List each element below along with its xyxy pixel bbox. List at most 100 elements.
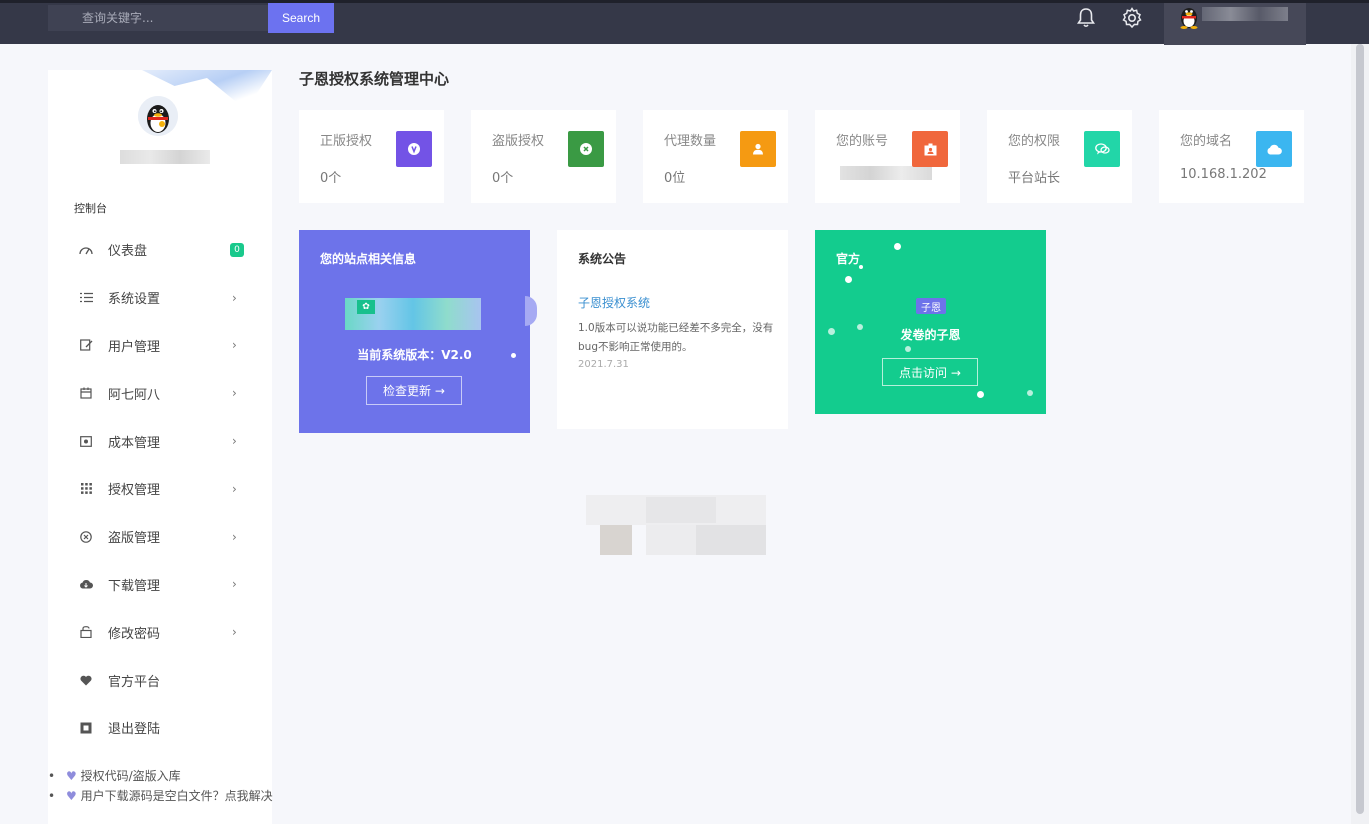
stat-card-genuine-license: 正版授权 0个 bbox=[299, 110, 444, 203]
avatar bbox=[1180, 8, 1198, 29]
sidebar-item-cost-management[interactable]: 成本管理 › bbox=[48, 417, 272, 465]
sidebar-item-change-password[interactable]: 修改密码 › bbox=[48, 608, 272, 656]
sidebar-profile bbox=[48, 70, 272, 180]
footer-link-label: 用户下载源码是空白文件？点我解决 bbox=[80, 789, 273, 803]
id-badge-icon bbox=[912, 131, 948, 167]
sidebar-item-aqi-aba[interactable]: 阿七阿八 › bbox=[48, 369, 272, 417]
arrow-right-icon: → bbox=[950, 365, 961, 380]
sidebar-item-license-management[interactable]: 授权管理 › bbox=[48, 465, 272, 513]
scrollbar-thumb[interactable] bbox=[1356, 44, 1364, 814]
arrow-right-icon: → bbox=[434, 384, 445, 398]
cloud-download-icon bbox=[78, 576, 94, 592]
footer-link[interactable]: ♥ 用户下载源码是空白文件？点我解决 bbox=[48, 786, 278, 806]
page-title: 子恩授权系统管理中心 bbox=[299, 70, 450, 88]
stat-value: 10.168.1.202 bbox=[1180, 167, 1267, 182]
chevron-right-icon: › bbox=[232, 577, 237, 592]
decorative-dot bbox=[977, 391, 984, 398]
lock-icon bbox=[78, 624, 94, 640]
stat-value: 0位 bbox=[664, 171, 686, 186]
stat-label: 盗版授权 bbox=[492, 134, 545, 149]
sidebar-item-piracy-management[interactable]: 盗版管理 › bbox=[48, 513, 272, 561]
sidebar-item-logout[interactable]: 退出登陆 bbox=[48, 704, 272, 752]
sidebar-item-label: 仪表盘 bbox=[108, 244, 148, 260]
sidebar-item-label: 成本管理 bbox=[108, 435, 161, 451]
heart-icon bbox=[78, 672, 94, 688]
brand-badge: 子恩 bbox=[916, 298, 946, 314]
bell-icon[interactable] bbox=[1074, 6, 1098, 30]
chevron-right-icon: › bbox=[232, 338, 237, 353]
sidebar-item-user-management[interactable]: 用户管理 › bbox=[48, 322, 272, 370]
system-notice-card: 系统公告 子恩授权系统 1.0版本可以说功能已经差不多完全，没有bug不影响正常… bbox=[557, 230, 788, 429]
close-icon bbox=[568, 131, 604, 167]
stat-label: 您的权限 bbox=[1008, 134, 1061, 149]
gear-icon[interactable] bbox=[1120, 6, 1144, 30]
stat-label: 您的域名 bbox=[1180, 134, 1233, 149]
heart-icon: ♥ bbox=[66, 789, 77, 803]
list-icon bbox=[78, 290, 94, 306]
user-menu[interactable] bbox=[1164, 3, 1306, 45]
stat-value: 0个 bbox=[320, 171, 342, 186]
decorative-dot bbox=[905, 346, 911, 352]
stat-card-your-domain: 您的域名 10.168.1.202 bbox=[1159, 110, 1304, 203]
decorative-dot bbox=[845, 276, 852, 283]
close-circle-icon bbox=[78, 529, 94, 545]
decorative-dot bbox=[511, 353, 516, 358]
stat-card-your-account: 您的账号 bbox=[815, 110, 960, 203]
sidebar-item-label: 授权管理 bbox=[108, 483, 161, 499]
cloud-icon bbox=[1256, 131, 1292, 167]
sidebar-item-label: 系统设置 bbox=[108, 292, 161, 308]
sidebar-item-label: 下载管理 bbox=[108, 578, 161, 594]
footer-link-label: 授权代码/盗版入库 bbox=[80, 769, 181, 783]
notice-date: 2021.7.31 bbox=[578, 359, 629, 370]
dashboard-icon bbox=[78, 242, 94, 258]
card-subtitle: 发卷的子恩 bbox=[900, 328, 961, 342]
chevron-right-icon: › bbox=[232, 481, 237, 496]
card-tab-handle bbox=[525, 296, 537, 326]
sidebar-section-label: 控制台 bbox=[74, 202, 107, 215]
footer-link[interactable]: ♥ 授权代码/盗版入库 bbox=[48, 766, 278, 786]
official-card: 官方 子恩 发卷的子恩 点击访问 → bbox=[815, 230, 1046, 414]
calendar-icon bbox=[78, 385, 94, 401]
visit-button[interactable]: 点击访问 → bbox=[882, 358, 978, 386]
decorative-dot bbox=[1027, 390, 1033, 396]
card-title: 系统公告 bbox=[578, 252, 627, 266]
logout-icon bbox=[78, 720, 94, 736]
check-update-button[interactable]: 检查更新 → bbox=[366, 376, 462, 405]
notice-link[interactable]: 子恩授权系统 bbox=[578, 294, 650, 311]
account-redacted bbox=[840, 166, 932, 180]
sidebar-item-label: 退出登陆 bbox=[108, 722, 161, 738]
stat-card-agent-count: 代理数量 0位 bbox=[643, 110, 788, 203]
sidebar-item-official-platform[interactable]: 官方平台 bbox=[48, 656, 272, 704]
page-scrollbar[interactable] bbox=[1351, 44, 1369, 824]
search-input[interactable] bbox=[48, 5, 270, 31]
sidebar-item-dashboard[interactable]: 仪表盘 0 bbox=[48, 226, 272, 274]
sidebar-footer-links: ♥ 授权代码/盗版入库 ♥ 用户下载源码是空白文件？点我解决 bbox=[48, 766, 278, 806]
card-title: 官方 bbox=[836, 252, 861, 266]
stat-label: 代理数量 bbox=[664, 134, 717, 149]
sidebar-item-label: 官方平台 bbox=[108, 674, 161, 690]
profile-name-redacted bbox=[120, 150, 210, 164]
key-icon bbox=[396, 131, 432, 167]
search-button[interactable]: Search bbox=[268, 3, 334, 33]
card-title: 您的站点相关信息 bbox=[320, 252, 417, 266]
sidebar-item-label: 用户管理 bbox=[108, 339, 161, 355]
money-icon bbox=[78, 433, 94, 449]
button-label: 检查更新 bbox=[383, 384, 432, 398]
avatar[interactable] bbox=[138, 96, 178, 136]
sidebar-item-label: 阿七阿八 bbox=[108, 387, 161, 403]
decorative-dot bbox=[894, 243, 901, 250]
stat-card-your-permission: 您的权限 平台站长 bbox=[987, 110, 1132, 203]
heart-icon: ♥ bbox=[66, 769, 77, 783]
user-icon bbox=[740, 131, 776, 167]
site-logo-icon: ✿ bbox=[357, 300, 375, 314]
system-version: 当前系统版本：V2.0 bbox=[357, 348, 472, 362]
chat-icon bbox=[1084, 131, 1120, 167]
sidebar-item-download-management[interactable]: 下载管理 › bbox=[48, 561, 272, 609]
sidebar-item-system-settings[interactable]: 系统设置 › bbox=[48, 274, 272, 322]
stat-value: 平台站长 bbox=[1008, 171, 1061, 186]
decorative-dot bbox=[857, 324, 863, 330]
stat-value: 0个 bbox=[492, 171, 514, 186]
chevron-right-icon: › bbox=[232, 529, 237, 544]
redacted-content bbox=[586, 495, 766, 555]
decorative-dot bbox=[859, 265, 863, 269]
